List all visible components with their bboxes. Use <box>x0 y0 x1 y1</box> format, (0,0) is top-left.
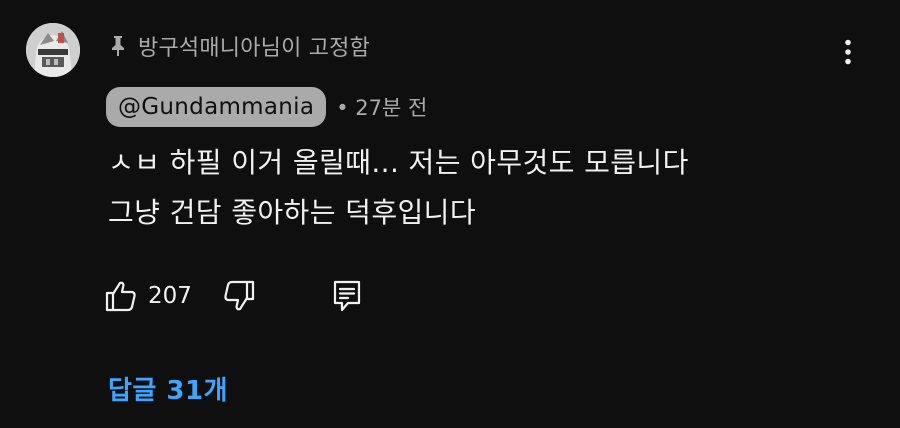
reply-icon <box>333 280 361 312</box>
comment-time[interactable]: • 27분 전 <box>336 92 427 122</box>
avatar-image <box>26 23 80 77</box>
author-name[interactable]: @Gundammania <box>106 87 327 127</box>
pinned-by-text: 방구석매니아님이 고정함 <box>138 36 371 61</box>
comment-header: @Gundammania • 27분 전 <box>106 86 427 128</box>
comment-text: ㅅㅂ 하필 이거 올릴때... 저는 아무것도 모릅니다 그냥 건담 좋아하는 … <box>108 138 868 238</box>
avatar[interactable] <box>26 23 80 77</box>
thumbs-up-icon <box>105 281 136 312</box>
pinned-indicator: 방구석매니아님이 고정함 <box>108 28 370 64</box>
dislike-button[interactable] <box>222 279 256 313</box>
more-vert-icon <box>845 39 851 65</box>
view-replies-link[interactable]: 답글 31개 <box>108 370 228 407</box>
more-options-button[interactable] <box>828 32 868 72</box>
comment-text-line: 그냥 건담 좋아하는 덕후입니다 <box>108 196 476 229</box>
pin-icon <box>108 34 128 58</box>
like-button[interactable] <box>104 279 138 313</box>
comment-actions: 207 <box>104 274 362 318</box>
thumbs-down-icon <box>224 280 255 311</box>
like-count: 207 <box>148 283 192 309</box>
reply-button[interactable] <box>332 279 362 313</box>
comment-text-line: ㅅㅂ 하필 이거 올릴때... 저는 아무것도 모릅니다 <box>108 146 689 179</box>
